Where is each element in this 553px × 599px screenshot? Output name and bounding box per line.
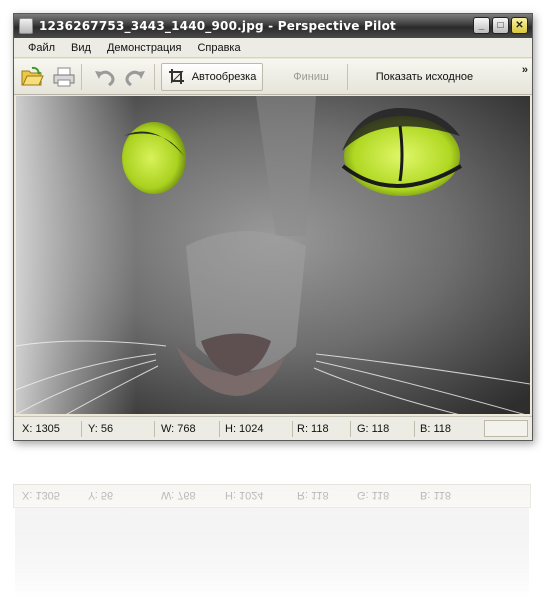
status-separator xyxy=(219,421,220,437)
menu-bar: Файл Вид Демонстрация Справка xyxy=(14,38,532,58)
reflected-status-r: R: 118 xyxy=(297,489,329,501)
auto-crop-button[interactable]: Автообрезка xyxy=(160,62,264,91)
status-bar: X: 1305 Y: 56 W: 768 H: 1024 R: 118 G: 1… xyxy=(14,416,532,440)
title-bar[interactable]: 1236267753_3443_1440_900.jpg - Perspecti… xyxy=(14,14,532,38)
finish-button[interactable]: Финиш xyxy=(279,63,342,91)
reflected-status-b: B: 118 xyxy=(420,489,451,501)
window-title: 1236267753_3443_1440_900.jpg - Perspecti… xyxy=(39,19,396,33)
app-window: 1236267753_3443_1440_900.jpg - Perspecti… xyxy=(13,13,533,441)
toolbar-separator xyxy=(153,63,155,90)
status-separator xyxy=(292,421,293,437)
print-icon[interactable] xyxy=(50,63,78,91)
maximize-button[interactable]: □ xyxy=(492,17,509,34)
menu-help[interactable]: Справка xyxy=(188,42,247,54)
close-button[interactable]: ✕ xyxy=(511,17,528,34)
cat-photo xyxy=(16,96,530,414)
app-icon[interactable] xyxy=(19,18,33,34)
status-progress xyxy=(484,420,528,437)
reflected-image xyxy=(15,508,529,599)
toolbar-separator xyxy=(346,63,348,90)
status-x: X: 1305 xyxy=(22,423,60,435)
reflected-status-g: G: 118 xyxy=(357,489,390,501)
status-separator xyxy=(81,421,82,437)
reflected-status-y: Y: 56 xyxy=(88,489,114,501)
window-reflection: X: 1305 Y: 56 W: 768 H: 1024 R: 118 G: 1… xyxy=(13,460,533,599)
toolbar-separator xyxy=(81,63,83,90)
toolbar: Автообрезка Финиш Показать исходное » xyxy=(14,59,532,95)
status-separator xyxy=(154,421,155,437)
minimize-button[interactable]: _ xyxy=(473,17,490,34)
window-controls: _ □ ✕ xyxy=(473,17,528,34)
image-canvas[interactable] xyxy=(16,96,530,414)
redo-icon[interactable] xyxy=(122,63,150,91)
status-separator xyxy=(350,421,351,437)
toolbar-overflow-icon[interactable]: » xyxy=(522,64,528,76)
left-eye xyxy=(122,122,186,194)
reflected-status-w: W: 768 xyxy=(161,489,196,501)
reflected-status-bar: X: 1305 Y: 56 W: 768 H: 1024 R: 118 G: 1… xyxy=(13,484,531,508)
status-r: R: 118 xyxy=(297,423,329,435)
status-h: H: 1024 xyxy=(225,423,264,435)
undo-icon[interactable] xyxy=(90,63,118,91)
status-separator xyxy=(414,421,415,437)
reflected-status-h: H: 1024 xyxy=(225,489,264,501)
status-b: B: 118 xyxy=(420,423,451,435)
menu-demo[interactable]: Демонстрация xyxy=(98,42,189,54)
auto-crop-label: Автообрезка xyxy=(191,70,257,83)
menu-file[interactable]: Файл xyxy=(14,42,62,54)
open-folder-icon[interactable] xyxy=(18,63,46,91)
status-g: G: 118 xyxy=(357,423,390,435)
status-y: Y: 56 xyxy=(88,423,114,435)
status-w: W: 768 xyxy=(161,423,196,435)
show-original-button[interactable]: Показать исходное xyxy=(364,63,532,91)
reflected-status-x: X: 1305 xyxy=(22,489,60,501)
crop-icon xyxy=(168,68,184,84)
menu-view[interactable]: Вид xyxy=(62,42,98,54)
